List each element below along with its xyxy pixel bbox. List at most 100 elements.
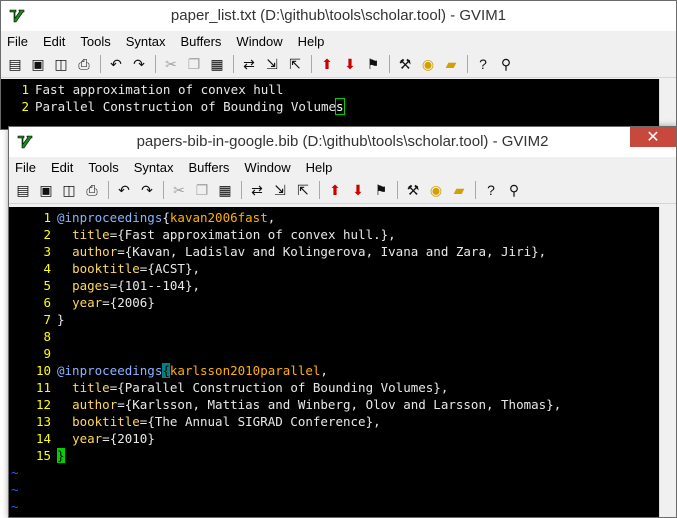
line-number: 1 [21,82,29,97]
cut-icon[interactable]: ✂ [161,54,181,74]
find-help-icon[interactable]: ⚲ [504,180,524,200]
editor-line: 15} [9,447,660,464]
citation-key: karlsson2010parallel [169,363,321,378]
menu-buffers[interactable]: Buffers [188,160,229,175]
field-name: year [72,431,103,446]
undo-icon[interactable]: ↶ [106,54,126,74]
field-value: ={Fast approximation of convex hull.}, [109,227,396,242]
save-icon[interactable]: ▣ [28,54,48,74]
menu-tools[interactable]: Tools [88,160,118,175]
field-value: ={The Annual SIGRAD Conference}, [139,414,381,429]
line-rest: , [267,210,276,225]
menu-file[interactable]: File [15,160,36,175]
line-number: 13 [35,414,51,429]
load-session-icon[interactable]: ⬆ [317,54,337,74]
paste-icon[interactable]: ▦ [207,54,227,74]
line-text: Parallel Construction of Bounding Volume… [35,98,345,115]
field-value: ={Parallel Construction of Bounding Volu… [109,380,449,395]
field-name: author [72,397,118,412]
field-value: ={Kavan, Ladislav and Kolingerova, Ivana… [117,244,547,259]
menu-edit[interactable]: Edit [51,160,73,175]
field-value: ={Karlsson, Mattias and Winberg, Olov an… [117,397,562,412]
jump-tag-icon[interactable]: ▰ [441,54,461,74]
field-name: year [72,295,103,310]
entry-type: @inproceedings [57,210,163,225]
menu-help[interactable]: Help [306,160,333,175]
line-number: 6 [43,295,51,310]
toolbar-separator [155,55,156,73]
menu-file[interactable]: File [7,34,28,49]
find-replace-icon[interactable]: ⇄ [239,54,259,74]
build-tags-icon[interactable]: ◉ [426,180,446,200]
find-replace-icon[interactable]: ⇄ [247,180,267,200]
menubar: File Edit Tools Syntax Buffers Window He… [1,31,676,51]
make-icon[interactable]: ⚒ [395,54,415,74]
menu-window[interactable]: Window [236,34,282,49]
gvim1-titlebar[interactable]: paper_list.txt (D:\github\tools\scholar.… [1,1,676,31]
editor-line: 1 Fast approximation of convex hull [1,81,660,98]
find-help-icon[interactable]: ⚲ [496,54,516,74]
open-icon[interactable]: ▤ [5,54,25,74]
undo-icon[interactable]: ↶ [114,180,134,200]
gvim2-titlebar[interactable]: papers-bib-in-google.bib (D:\github\tool… [9,127,676,157]
gvim1-window: paper_list.txt (D:\github\tools\scholar.… [0,0,677,130]
line-number: 3 [43,244,51,259]
editor-line: 9 [9,345,660,362]
editor-line: 1 @inproceedings{kavan2006fast, [9,209,660,226]
menu-tools[interactable]: Tools [80,34,110,49]
copy-icon[interactable]: ❐ [184,54,204,74]
print-icon[interactable]: ⎙ [82,180,102,200]
find-prev-icon[interactable]: ⇱ [285,54,305,74]
editor-line: 6 year={2006} [9,294,660,311]
line-number: 5 [43,278,51,293]
editor-line: 4 booktitle={ACST}, [9,260,660,277]
make-icon[interactable]: ⚒ [403,180,423,200]
toolbar-separator [319,181,320,199]
editor-line: 12 author={Karlsson, Mattias and Winberg… [9,396,660,413]
help-icon[interactable]: ? [481,180,501,200]
vertical-scrollbar[interactable] [659,79,676,129]
redo-icon[interactable]: ↷ [137,180,157,200]
build-tags-icon[interactable]: ◉ [418,54,438,74]
window-title: papers-bib-in-google.bib (D:\github\tool… [136,133,549,150]
text-editor-area[interactable]: 1 @inproceedings{kavan2006fast, 2 title={… [9,207,660,517]
find-next-icon[interactable]: ⇲ [270,180,290,200]
find-next-icon[interactable]: ⇲ [262,54,282,74]
save-icon[interactable]: ▣ [36,180,56,200]
menu-buffers[interactable]: Buffers [180,34,221,49]
print-icon[interactable]: ⎙ [74,54,94,74]
help-icon[interactable]: ? [473,54,493,74]
load-session-icon[interactable]: ⬆ [325,180,345,200]
field-name: author [72,244,118,259]
run-script-icon[interactable]: ⚑ [371,180,391,200]
field-value: ={101--104}, [109,278,201,293]
close-button[interactable]: ✕ [630,127,676,147]
find-prev-icon[interactable]: ⇱ [293,180,313,200]
text-editor-area[interactable]: 1 Fast approximation of convex hull 2 Para… [1,79,660,129]
matched-brace: { [162,363,170,378]
editor-line: 11 title={Parallel Construction of Bound… [9,379,660,396]
menu-help[interactable]: Help [298,34,325,49]
vertical-scrollbar[interactable] [659,207,676,517]
menu-edit[interactable]: Edit [43,34,65,49]
toolbar-separator [397,181,398,199]
run-script-icon[interactable]: ⚑ [363,54,383,74]
cut-icon[interactable]: ✂ [169,180,189,200]
menu-syntax[interactable]: Syntax [134,160,174,175]
field-value: ={2006} [102,295,155,310]
save-session-icon[interactable]: ⬇ [340,54,360,74]
menu-syntax[interactable]: Syntax [126,34,166,49]
toolbar-separator [475,181,476,199]
copy-icon[interactable]: ❐ [192,180,212,200]
menu-window[interactable]: Window [244,160,290,175]
line-number: 2 [43,227,51,242]
save-session-icon[interactable]: ⬇ [348,180,368,200]
save-all-icon[interactable]: ◫ [59,180,79,200]
open-icon[interactable]: ▤ [13,180,33,200]
empty-line-marker: ~ [11,482,19,497]
redo-icon[interactable]: ↷ [129,54,149,74]
save-all-icon[interactable]: ◫ [51,54,71,74]
jump-tag-icon[interactable]: ▰ [449,180,469,200]
caption-buttons: ✕ [630,127,676,149]
paste-icon[interactable]: ▦ [215,180,235,200]
